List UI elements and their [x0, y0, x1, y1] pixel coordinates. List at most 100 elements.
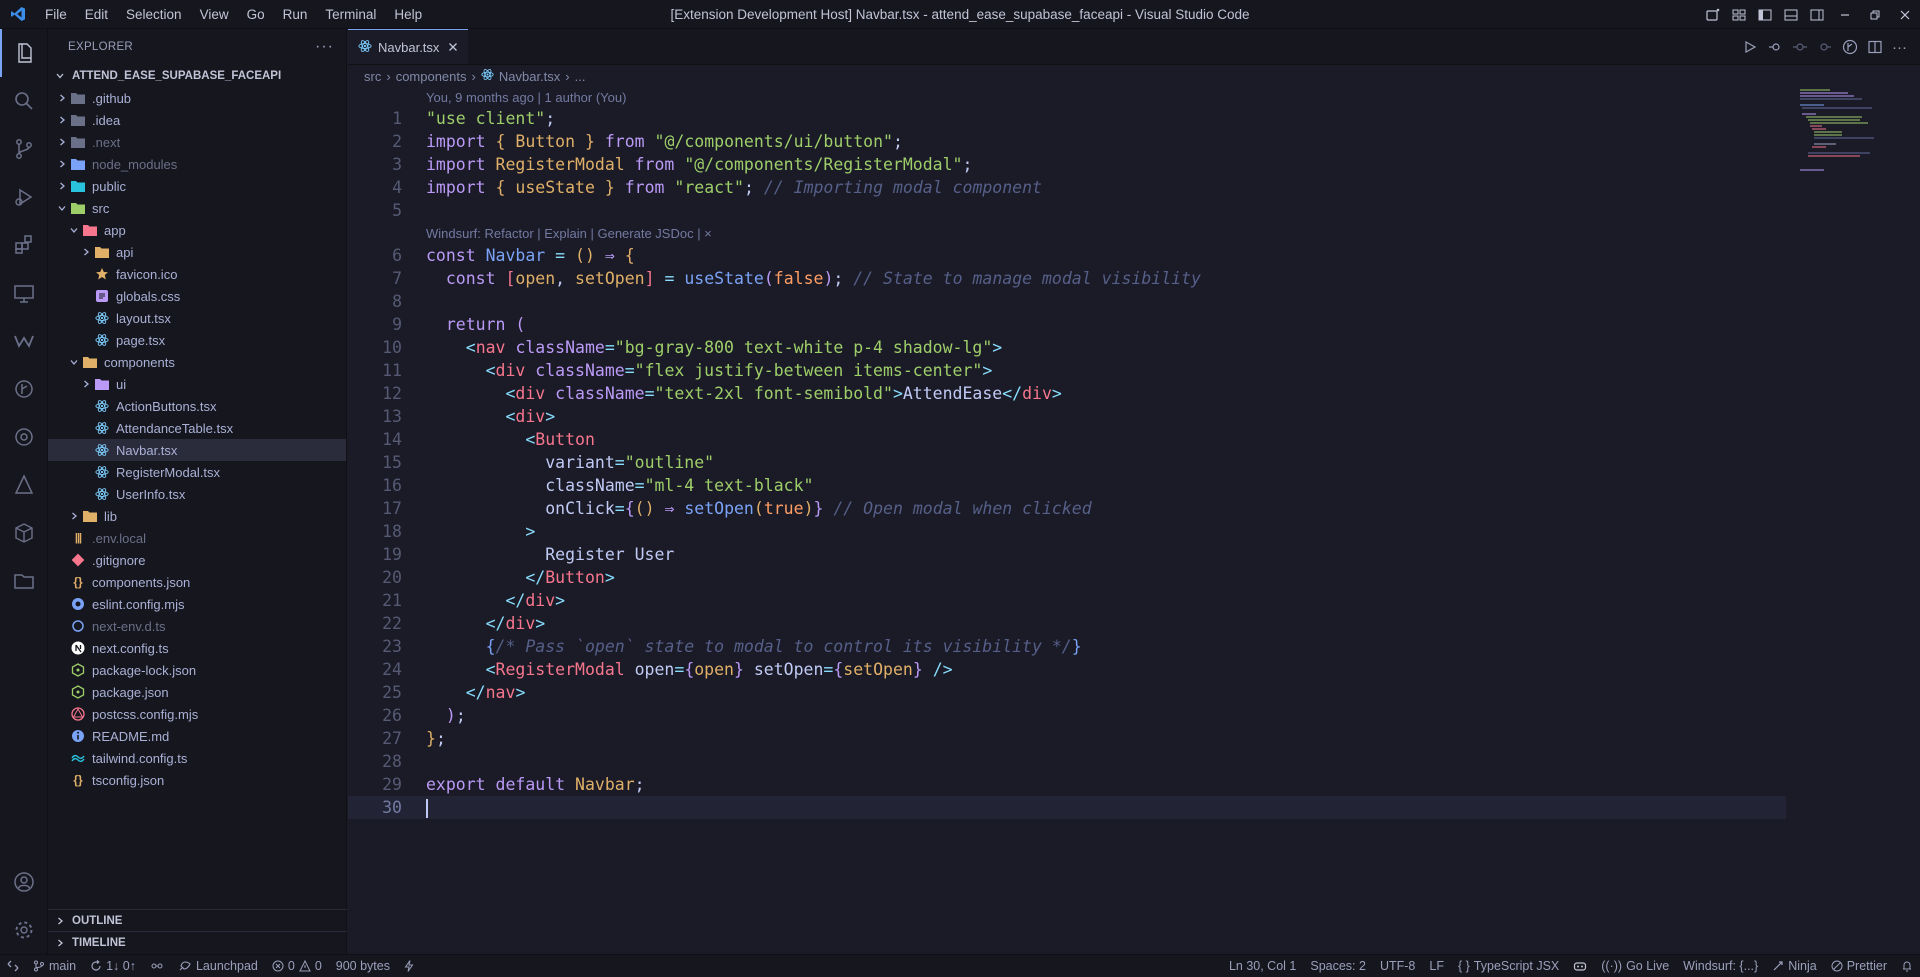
tree-item-attendancetable-tsx[interactable]: AttendanceTable.tsx — [48, 417, 346, 439]
tree-item-next-env-d-ts[interactable]: next-env.d.ts — [48, 615, 346, 637]
close-tab-icon[interactable] — [448, 40, 458, 55]
run-icon[interactable] — [1737, 29, 1762, 65]
split-editor-icon[interactable] — [1862, 29, 1887, 65]
prettier-indicator[interactable]: Prettier — [1824, 955, 1894, 977]
gitlens-status-icon[interactable] — [143, 955, 171, 977]
notifications-icon[interactable] — [1894, 955, 1920, 977]
code-line[interactable]: 6 const Navbar = () ⇒ { — [348, 244, 1788, 267]
tree-item-lib[interactable]: lib — [48, 505, 346, 527]
more-actions-icon[interactable]: ··· — [315, 38, 334, 56]
codelens-actions[interactable]: Windsurf: Refactor | Explain | Generate … — [348, 222, 1788, 244]
code-line[interactable]: 26 ); — [348, 704, 1788, 727]
code-line[interactable]: 18 > — [348, 520, 1788, 543]
toggle-secondary-sidebar-icon[interactable] — [1804, 0, 1830, 29]
code-line[interactable]: 20 </Button> — [348, 566, 1788, 589]
settings-gear-icon[interactable] — [0, 906, 48, 954]
more-editor-actions-icon[interactable]: ··· — [1887, 29, 1912, 65]
code-line[interactable]: 14 <Button — [348, 428, 1788, 451]
tree-item-public[interactable]: public — [48, 175, 346, 197]
code-line[interactable]: 5 — [348, 199, 1788, 222]
code-line[interactable]: 27}; — [348, 727, 1788, 750]
code-line[interactable]: 19 Register User — [348, 543, 1788, 566]
code-line[interactable]: 10 <nav className="bg-gray-800 text-whit… — [348, 336, 1788, 359]
code-line[interactable]: 3 import RegisterModal from "@/components… — [348, 153, 1788, 176]
ninja-indicator[interactable]: Ninja — [1765, 955, 1824, 977]
tree-item-readme-md[interactable]: README.md — [48, 725, 346, 747]
tree-item-next[interactable]: .next — [48, 131, 346, 153]
explorer-icon[interactable] — [0, 29, 48, 77]
tree-item-eslint-config-mjs[interactable]: eslint.config.mjs — [48, 593, 346, 615]
tree-item-app[interactable]: app — [48, 219, 346, 241]
tree-item-components-json[interactable]: {} components.json — [48, 571, 346, 593]
menu-go[interactable]: Go — [238, 0, 274, 29]
tree-item-navbar-tsx[interactable]: Navbar.tsx — [48, 439, 346, 461]
code-line[interactable]: 29 export default Navbar; — [348, 773, 1788, 796]
go-back-icon[interactable] — [1762, 29, 1787, 65]
close-window-icon[interactable] — [1890, 0, 1920, 29]
code-line[interactable]: 12 <div className="text-2xl font-semibol… — [348, 382, 1788, 405]
menu-run[interactable]: Run — [274, 0, 317, 29]
git-commit-icon[interactable] — [1787, 29, 1812, 65]
code-line[interactable]: 22 </div> — [348, 612, 1788, 635]
windsurf-icon[interactable] — [0, 317, 48, 365]
tree-item-src[interactable]: src — [48, 197, 346, 219]
minimize-icon[interactable] — [1830, 0, 1860, 29]
menu-selection[interactable]: Selection — [117, 0, 191, 29]
code-line[interactable]: 17 onClick={() ⇒ setOpen(true)} // Open … — [348, 497, 1788, 520]
tree-item-package-json[interactable]: package.json — [48, 681, 346, 703]
code-line[interactable]: 9 return ( — [348, 313, 1788, 336]
code-editor[interactable]: You, 9 months ago | 1 author (You) 1 "use … — [348, 87, 1788, 819]
code-line[interactable]: 8 — [348, 290, 1788, 313]
indentation[interactable]: Spaces: 2 — [1303, 955, 1373, 977]
code-line[interactable]: 21 </div> — [348, 589, 1788, 612]
breadcrumb-file[interactable]: Navbar.tsx — [499, 69, 560, 84]
minimap[interactable] — [1796, 87, 1906, 187]
code-line[interactable]: 15 variant="outline" — [348, 451, 1788, 474]
outline-section[interactable]: OUTLINE — [48, 909, 347, 931]
toggle-sidebar-icon[interactable] — [1752, 0, 1778, 29]
tree-item-page-tsx[interactable]: page.tsx — [48, 329, 346, 351]
menu-edit[interactable]: Edit — [76, 0, 117, 29]
tree-item-components[interactable]: components — [48, 351, 346, 373]
branch-indicator[interactable]: main — [26, 955, 83, 977]
tree-item-env-local[interactable]: ||| .env.local — [48, 527, 346, 549]
code-line[interactable]: 1 "use client"; — [348, 107, 1788, 130]
tree-item-next-config-ts[interactable]: next.config.ts — [48, 637, 346, 659]
deploy-icon[interactable] — [0, 461, 48, 509]
tree-item-layout-tsx[interactable]: layout.tsx — [48, 307, 346, 329]
tree-item-tailwind-config-ts[interactable]: tailwind.config.ts — [48, 747, 346, 769]
code-line[interactable]: 4 import { useState } from "react"; // Im… — [348, 176, 1788, 199]
breadcrumb-symbol[interactable]: ... — [575, 69, 586, 84]
accounts-icon[interactable] — [0, 858, 48, 906]
project-manager-icon[interactable] — [0, 557, 48, 605]
tree-item-actionbuttons-tsx[interactable]: ActionButtons.tsx — [48, 395, 346, 417]
tree-item-github[interactable]: .github — [48, 87, 346, 109]
go-live-button[interactable]: ((·)) Go Live — [1594, 955, 1676, 977]
code-line[interactable]: 30 — [348, 796, 1786, 819]
toggle-panel-icon[interactable] — [1778, 0, 1804, 29]
tree-item-idea[interactable]: .idea — [48, 109, 346, 131]
code-line[interactable]: 16 className="ml-4 text-black" — [348, 474, 1788, 497]
encoding[interactable]: UTF-8 — [1373, 955, 1422, 977]
git-graph-icon[interactable] — [0, 365, 48, 413]
tree-item-api[interactable]: api — [48, 241, 346, 263]
tree-item-registermodal-tsx[interactable]: RegisterModal.tsx — [48, 461, 346, 483]
tree-item-node-modules[interactable]: node_modules — [48, 153, 346, 175]
menu-view[interactable]: View — [191, 0, 238, 29]
tree-item-ui[interactable]: ui — [48, 373, 346, 395]
source-control-icon[interactable] — [0, 125, 48, 173]
gitlens-inspect-icon[interactable] — [1837, 29, 1862, 65]
code-line[interactable]: 28 — [348, 750, 1788, 773]
menu-file[interactable]: File — [36, 0, 76, 29]
sync-indicator[interactable]: 1↓ 0↑ — [83, 955, 143, 977]
code-line[interactable]: 25 </nav> — [348, 681, 1788, 704]
code-line[interactable]: 2 import { Button } from "@/components/ui… — [348, 130, 1788, 153]
launchpad-indicator[interactable]: Launchpad — [171, 955, 265, 977]
windsurf-status[interactable]: Windsurf: {...} — [1676, 955, 1765, 977]
go-forward-icon[interactable] — [1812, 29, 1837, 65]
menu-terminal[interactable]: Terminal — [316, 0, 385, 29]
lightning-icon[interactable] — [397, 955, 421, 977]
problems-indicator[interactable]: 00 — [265, 955, 329, 977]
project-root[interactable]: ATTEND_EASE_SUPABASE_FACEAPI — [48, 65, 346, 87]
tree-item-postcss-config-mjs[interactable]: postcss.config.mjs — [48, 703, 346, 725]
